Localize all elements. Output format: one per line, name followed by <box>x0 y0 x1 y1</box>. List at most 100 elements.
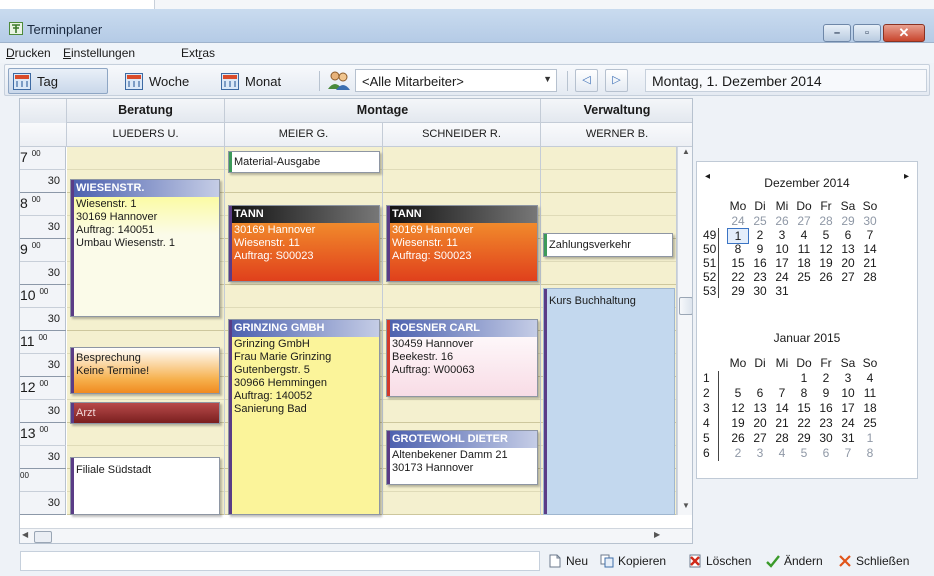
calendar-day[interactable]: 20 <box>749 416 771 430</box>
calendar-day[interactable]: 19 <box>815 256 837 270</box>
delete-button[interactable]: Löschen <box>688 554 751 568</box>
calendar-day[interactable]: 7 <box>771 386 793 400</box>
time-cell[interactable] <box>541 170 676 193</box>
calendar-day[interactable]: 25 <box>793 270 815 284</box>
calendar-day[interactable]: 22 <box>727 270 749 284</box>
view-month-button[interactable]: Monat <box>216 68 311 94</box>
calendar-day[interactable]: 28 <box>815 214 837 228</box>
calendar-day[interactable]: 30 <box>815 431 837 445</box>
calendar-day[interactable]: 27 <box>793 214 815 228</box>
calendar-day[interactable]: 30 <box>859 214 881 228</box>
calendar-day[interactable]: 5 <box>727 386 749 400</box>
calendar-day[interactable]: 1 <box>859 431 881 445</box>
calendar-day[interactable]: 27 <box>837 270 859 284</box>
time-cell[interactable] <box>383 400 540 423</box>
next-day-button[interactable]: ▷ <box>605 69 628 92</box>
calendar-day[interactable]: 6 <box>815 446 837 460</box>
calendar-day[interactable]: 14 <box>771 401 793 415</box>
calendar-day[interactable]: 25 <box>859 416 881 430</box>
calendar-day[interactable]: 17 <box>837 401 859 415</box>
time-cell[interactable] <box>67 423 224 446</box>
calendar-day[interactable]: 19 <box>727 416 749 430</box>
calendar-day[interactable]: 26 <box>815 270 837 284</box>
menu-extras[interactable]: Extras <box>181 46 215 60</box>
calendar-day[interactable]: 8 <box>859 446 881 460</box>
calendar-day[interactable]: 4 <box>771 446 793 460</box>
calendar-day[interactable]: 14 <box>859 242 881 256</box>
calendar-day[interactable]: 2 <box>749 228 771 242</box>
calendar-day[interactable]: 22 <box>793 416 815 430</box>
view-week-button[interactable]: Woche <box>120 68 215 94</box>
calendar-day[interactable]: 5 <box>793 446 815 460</box>
appointment-wiesenstr[interactable]: WIESENSTR. Wiesenstr. 1 30169 Hannover A… <box>70 179 220 317</box>
appointment-tann-schneider[interactable]: TANN 30169 Hannover Wiesenstr. 11 Auftra… <box>386 205 538 282</box>
employees-icon[interactable] <box>327 70 351 90</box>
appointment-tann-meier[interactable]: TANN 30169 Hannover Wiesenstr. 11 Auftra… <box>228 205 380 282</box>
calendar-day[interactable]: 9 <box>749 242 771 256</box>
appointment-roesner[interactable]: ROESNER CARL 30459 Hannover Beekestr. 16… <box>386 319 538 397</box>
scroll-left-icon[interactable]: ◀ <box>22 530 28 539</box>
time-cell[interactable] <box>541 193 676 216</box>
calendar-day[interactable]: 4 <box>793 228 815 242</box>
calendar-day[interactable]: 12 <box>815 242 837 256</box>
time-cell[interactable] <box>541 262 676 285</box>
menu-drucken[interactable]: Drucken <box>6 46 51 60</box>
appointment-material-ausgabe[interactable]: Material-Ausgabe <box>228 151 380 173</box>
time-cell[interactable] <box>383 147 540 170</box>
time-cell[interactable] <box>383 285 540 308</box>
calendar-day[interactable]: 8 <box>793 386 815 400</box>
calendar-day[interactable]: 13 <box>749 401 771 415</box>
time-cell[interactable] <box>541 147 676 170</box>
appointment-besprechung[interactable]: Besprechung Keine Termine! <box>70 347 220 394</box>
calendar-day[interactable]: 7 <box>859 228 881 242</box>
calendar-day[interactable]: 7 <box>837 446 859 460</box>
calendar-day[interactable]: 10 <box>837 386 859 400</box>
close-button[interactable]: ✕ <box>883 24 925 42</box>
appointment-kurs-buchhaltung[interactable]: Kurs Buchhaltung <box>543 288 675 515</box>
calendar-day[interactable]: 23 <box>815 416 837 430</box>
calendar-day[interactable]: 18 <box>793 256 815 270</box>
scroll-down-icon[interactable]: ▼ <box>678 501 692 515</box>
calendar-day[interactable]: 20 <box>837 256 859 270</box>
time-cell[interactable] <box>67 147 224 170</box>
calendar-day[interactable]: 31 <box>837 431 859 445</box>
calendar-day[interactable]: 31 <box>771 284 793 298</box>
calendar-day[interactable]: 30 <box>749 284 771 298</box>
horizontal-scrollbar[interactable]: ◀ ▶ <box>20 528 692 543</box>
calendar-day[interactable]: 4 <box>859 371 881 385</box>
minimize-button[interactable]: – <box>823 24 851 42</box>
calendar-day[interactable]: 24 <box>771 270 793 284</box>
calendar-day[interactable]: 8 <box>727 242 749 256</box>
calendar-day[interactable]: 17 <box>771 256 793 270</box>
calendar-day[interactable]: 18 <box>859 401 881 415</box>
copy-button[interactable]: Kopieren <box>600 554 666 568</box>
calendar-day[interactable]: 25 <box>749 214 771 228</box>
time-cell[interactable] <box>225 170 382 193</box>
calendar-day[interactable]: 23 <box>749 270 771 284</box>
view-day-button[interactable]: Tag <box>8 68 108 94</box>
vertical-scrollbar[interactable]: ▲ ▼ <box>677 147 692 515</box>
appointment-filiale-suedstadt[interactable]: Filiale Südstadt <box>70 457 220 515</box>
calendar-day[interactable]: 2 <box>815 371 837 385</box>
menu-einstellungen[interactable]: Einstellungen <box>63 46 135 60</box>
calendar-day[interactable]: 29 <box>793 431 815 445</box>
schedule-grid[interactable]: Material-Ausgabe WIESENSTR. Wiesenstr. 1… <box>67 147 677 515</box>
calendar-day[interactable]: 26 <box>727 431 749 445</box>
appointment-zahlungsverkehr[interactable]: Zahlungsverkehr <box>543 233 673 257</box>
time-cell[interactable] <box>225 285 382 308</box>
calendar-day[interactable]: 3 <box>837 371 859 385</box>
calendar-day[interactable]: 11 <box>793 242 815 256</box>
calendar-day[interactable]: 6 <box>749 386 771 400</box>
calendar-day[interactable]: 28 <box>859 270 881 284</box>
calendar-day[interactable]: 26 <box>771 214 793 228</box>
calendar-day[interactable]: 29 <box>837 214 859 228</box>
calendar-day[interactable]: 24 <box>837 416 859 430</box>
time-cell[interactable] <box>383 170 540 193</box>
time-cell[interactable] <box>383 492 540 515</box>
new-button[interactable]: Neu <box>548 554 588 568</box>
calendar-day[interactable]: 15 <box>727 256 749 270</box>
calendar-day[interactable]: 6 <box>837 228 859 242</box>
vertical-scroll-thumb[interactable] <box>679 297 692 315</box>
appointment-arzt[interactable]: Arzt <box>70 402 220 424</box>
calendar-day[interactable]: 9 <box>815 386 837 400</box>
